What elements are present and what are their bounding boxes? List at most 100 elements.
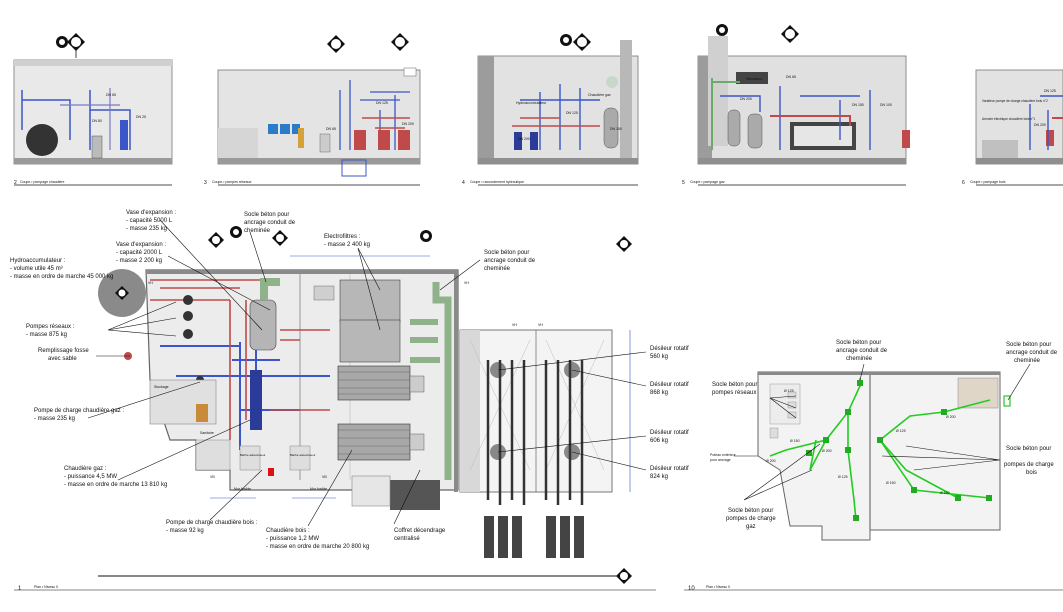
p2-dia-4: Ø 125 xyxy=(838,475,848,479)
p2-socle-right-1: Socle béton pour xyxy=(1006,342,1051,348)
callout-des4-mass: 824 kg xyxy=(650,474,668,480)
s4-pipe-2: DN 150 xyxy=(610,127,622,131)
callout-vase2000-l2: - masse 2 200 kg xyxy=(116,258,162,264)
dim-vh-3: VH xyxy=(512,323,517,327)
p2-dia-9: Ø 200 xyxy=(946,415,956,419)
plan-caption: Plan • Niveau 0 xyxy=(34,585,58,589)
p2-charge-gaz-1: Socle béton pour xyxy=(728,508,773,514)
callout-des2-title: Désileur rotatif xyxy=(650,382,689,388)
callout-remplissage-1: Remplissage fosse xyxy=(38,348,89,354)
callout-socle-right-2: ancrage conduit de xyxy=(484,258,536,264)
s4-label-hydro: Hydroaccumulateur xyxy=(516,101,547,105)
room-stockage: Stockage xyxy=(154,385,169,389)
callout-des1-mass: 560 kg xyxy=(650,354,668,360)
callout-pompe-gaz-l1: - masse 235 kg xyxy=(34,416,75,422)
callout-hydro-title: Hydroaccumulateur : xyxy=(10,258,66,264)
p2-dia-6: Ø 150 xyxy=(886,481,896,485)
plan2-number: 10 xyxy=(688,586,695,592)
p2-charge-gaz-3: gaz xyxy=(746,524,756,530)
s5-pipe-2: DN 200 xyxy=(740,97,752,101)
callout-des3-title: Désileur rotatif xyxy=(650,430,689,436)
room-bache-2: Bâche adoucisseur xyxy=(290,453,316,457)
callout-chaud-gaz-l1: - puissance 4,5 MW xyxy=(64,474,117,480)
section-2-number: 2 xyxy=(14,180,17,186)
p2-dia-7: Ø 125 xyxy=(896,429,906,433)
callout-pompe-gaz-title: Pompe de charge chaudière gaz : xyxy=(34,408,124,414)
callout-electro-l1: - masse 2 400 kg xyxy=(324,242,370,248)
s2-pipe-1: DN 65 xyxy=(106,93,116,97)
p2-dia-8: Ø 150 xyxy=(940,491,950,495)
callout-chaud-gaz-l2: - masse en ordre de marche 13 810 kg xyxy=(64,482,167,488)
callout-socle-top-1: Socle béton pour xyxy=(244,212,289,218)
section-4-caption: Coupe • raccordement hydraulique xyxy=(470,180,524,184)
dim-vb-1: VB xyxy=(210,475,215,479)
section-2-caption: Coupe • pompage chaudière xyxy=(20,180,64,184)
s5-label-silencieux: Silencieux xyxy=(746,77,762,81)
s4-pipe-1: DN 125 xyxy=(566,111,578,115)
section-5-caption: Coupe • pompage gaz xyxy=(690,180,725,184)
p2-socle-right-2: ancrage conduit de xyxy=(1006,350,1058,356)
callout-coffret-1: Coffret décendrage xyxy=(394,528,446,534)
dim-vh-4: VH xyxy=(538,323,543,327)
s5-pipe-3: DN 150 xyxy=(852,103,864,107)
callout-des4-title: Désileur rotatif xyxy=(650,466,689,472)
p2-charge-bois-3: bois xyxy=(1026,470,1037,476)
callout-coffret-2: centralisé xyxy=(394,536,420,542)
p2-pompes-reseaux-1: Socle béton pour xyxy=(712,382,757,388)
callout-des2-mass: 868 kg xyxy=(650,390,668,396)
callout-des3-mass: 606 kg xyxy=(650,438,668,444)
dim-vh-2: VH xyxy=(464,281,469,285)
section-4: 4 Coupe • raccordement hydraulique Hydro… xyxy=(462,40,639,186)
s3-pipe-1: DN 125 xyxy=(376,101,388,105)
s2-pipe-3: DN 25 xyxy=(136,115,146,119)
callout-hydro-l2: - masse en ordre de marche 45 000 kg xyxy=(10,274,113,280)
plan-drawing: 2 Coupe • pompage chaudière DN 65 DN 80 … xyxy=(10,24,1063,592)
p2-charge-gaz-2: pompes de charge xyxy=(726,516,776,522)
section-6: 6 Coupe • pompage bois Variateur pompe d… xyxy=(962,69,1063,186)
s6-label-b: Armoire électrique chaudière bois n°1 xyxy=(982,117,1035,121)
p2-poteau-2: pour ancrage xyxy=(710,458,731,462)
section-4-number: 4 xyxy=(462,180,465,186)
p2-socle-top-3: cheminée xyxy=(846,356,873,362)
callout-vase5000-l2: - masse 235 kg xyxy=(126,226,167,232)
dim-vb-2: VB xyxy=(322,475,327,479)
callout-vase5000-l1: - capacité 5000 L xyxy=(126,218,173,224)
section-5: 5 Coupe • pompage gaz Silencieux DN 65 D… xyxy=(682,36,910,186)
callout-socle-top-2: ancrage conduit de xyxy=(244,220,296,226)
section-markers xyxy=(56,24,799,58)
p2-socle-top-1: Socle béton pour xyxy=(836,340,881,346)
callout-pompe-bois-title: Pompe de charge chaudière bois : xyxy=(166,520,258,526)
p2-pompes-reseaux-2: pompes réseaux xyxy=(712,390,756,396)
s3-pipe-3: DN 65 xyxy=(326,127,336,131)
p2-poteau-1: Poteau extérieur xyxy=(710,453,737,457)
callout-socle-top-3: cheminée xyxy=(244,228,271,234)
callout-chaud-gaz-title: Chaudière gaz : xyxy=(64,466,107,472)
p2-socle-right-3: cheminée xyxy=(1014,358,1041,364)
section-3: 3 Coupe • pompes réseaux DN 125 DN 200 D… xyxy=(204,67,421,186)
callout-chaud-bois-title: Chaudière bois : xyxy=(266,528,310,534)
callout-remplissage-2: avec sable xyxy=(48,356,77,362)
callout-electro-title: Electrofiltres : xyxy=(324,234,361,240)
s5-pipe-1: DN 65 xyxy=(786,75,796,79)
plan2-caption: Plan • Niveau 0 xyxy=(706,585,730,589)
section-6-number: 6 xyxy=(962,180,965,186)
section-3-number: 3 xyxy=(204,180,207,186)
callout-socle-right-3: cheminée xyxy=(484,266,511,272)
room-bache-1: Bâche adoucisseur xyxy=(240,453,266,457)
section-3-caption: Coupe • pompes réseaux xyxy=(212,180,252,184)
s6-pipe-1: DN 125 xyxy=(1044,89,1056,93)
section-6-caption: Coupe • pompage bois xyxy=(970,180,1006,184)
callout-pompe-bois-l1: - masse 92 kg xyxy=(166,528,204,534)
section-2: 2 Coupe • pompage chaudière DN 65 DN 80 … xyxy=(13,59,173,186)
p2-charge-bois-1: Socle béton pour xyxy=(1006,446,1051,452)
p2-dia-3: Ø 150 xyxy=(790,439,800,443)
p2-dia-2: Ø 200 xyxy=(822,449,832,453)
room-mur-fusible-2: Mur fusible xyxy=(310,487,327,491)
p2-charge-bois-2: pompes de charge xyxy=(1004,462,1054,468)
section-5-number: 5 xyxy=(682,180,685,186)
callout-pompes-title: Pompes réseaux : xyxy=(26,324,75,330)
plan-number: 1 xyxy=(18,586,22,592)
p2-dia-5: Ø 200 xyxy=(766,459,776,463)
callout-pompes-l1: - masse 875 kg xyxy=(26,332,67,338)
s4-pipe-3: DN 200 xyxy=(518,137,530,141)
